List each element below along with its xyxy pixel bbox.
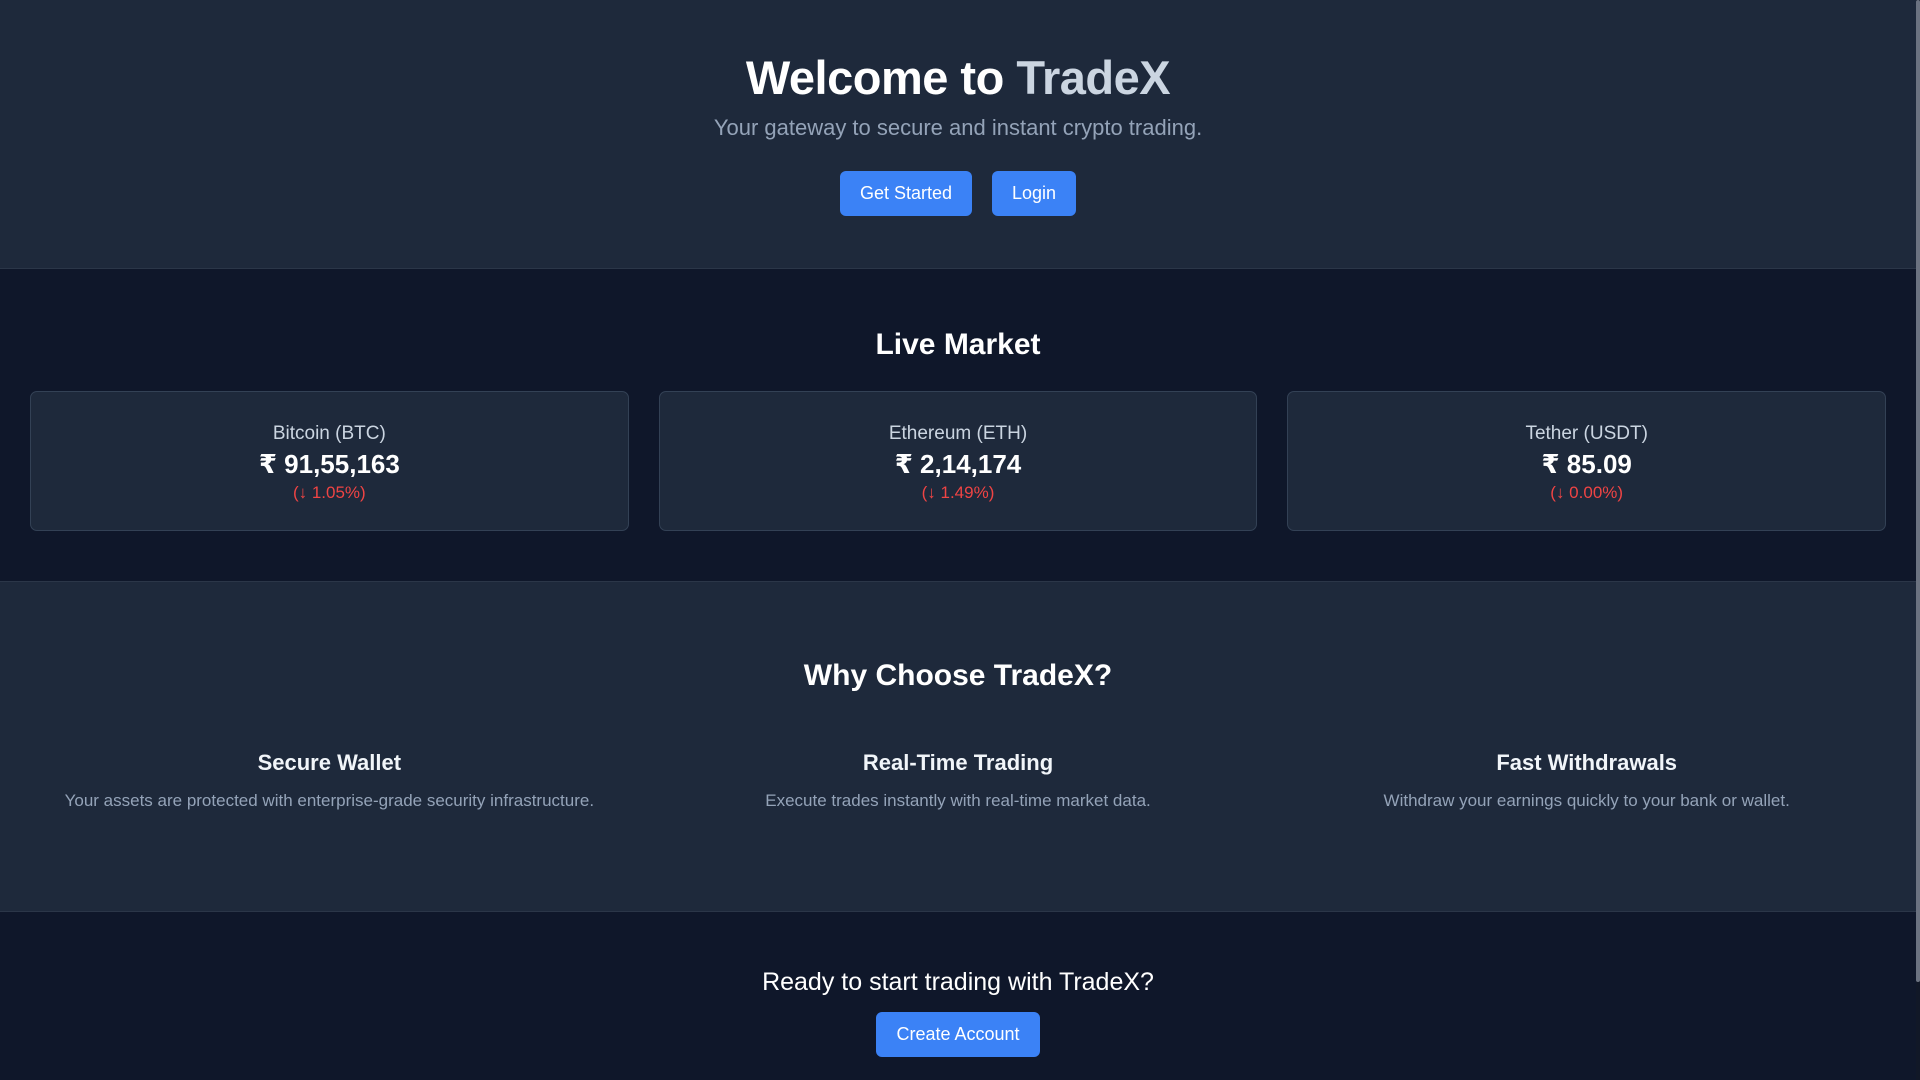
market-card-eth[interactable]: Ethereum (ETH) ₹ 2,14,174 (↓ 1.49%)	[658, 391, 1258, 531]
features-title: Why Choose TradeX?	[803, 659, 1113, 692]
hero-title-prefix: Welcome to	[745, 51, 1017, 104]
coin-price: ₹ 85.09	[1541, 449, 1632, 479]
feature-title: Fast Withdrawals	[1496, 750, 1678, 775]
market-card-usdt[interactable]: Tether (USDT) ₹ 85.09 (↓ 0.00%)	[1287, 391, 1887, 531]
hero-buttons: Get Started Login	[0, 171, 1916, 216]
create-account-button[interactable]: Create Account	[876, 1012, 1040, 1057]
live-market-section: Live Market Bitcoin (BTC) ₹ 91,55,163 (↓…	[0, 269, 1916, 582]
feature-title: Secure Wallet	[257, 750, 402, 775]
market-card-btc[interactable]: Bitcoin (BTC) ₹ 91,55,163 (↓ 1.05%)	[30, 391, 629, 531]
hero-title: Welcome to TradeX	[0, 0, 1916, 108]
coin-name: Ethereum (ETH)	[888, 423, 1028, 444]
coin-name: Bitcoin (BTC)	[272, 423, 386, 444]
coin-name: Tether (USDT)	[1525, 423, 1648, 444]
features-section: Why Choose TradeX? Secure Wallet Your as…	[0, 582, 1916, 912]
page: Welcome to TradeX Your gateway to secure…	[0, 0, 1916, 1080]
feature-real-time-trading: Real-Time Trading Execute trades instant…	[659, 748, 1258, 812]
coin-change: (↓ 1.05%)	[292, 483, 366, 502]
hero-subtitle: Your gateway to secure and instant crypt…	[713, 115, 1203, 140]
feature-description: Your assets are protected with enterpris…	[64, 791, 595, 810]
login-button[interactable]: Login	[992, 171, 1077, 216]
page-scrollbar[interactable]	[1916, 0, 1920, 1080]
feature-list: Secure Wallet Your assets are protected …	[0, 748, 1916, 812]
coin-change: (↓ 0.00%)	[1550, 483, 1624, 502]
coin-change: (↓ 1.49%)	[921, 483, 995, 502]
cta-button-wrap: Create Account	[0, 1012, 1916, 1057]
hero-title-brand: TradeX	[1016, 51, 1171, 104]
feature-secure-wallet: Secure Wallet Your assets are protected …	[30, 748, 629, 812]
feature-title: Real-Time Trading	[862, 750, 1054, 775]
get-started-button[interactable]: Get Started	[839, 171, 972, 216]
market-cards: Bitcoin (BTC) ₹ 91,55,163 (↓ 1.05%) Ethe…	[0, 391, 1916, 531]
feature-description: Execute trades instantly with real-time …	[765, 791, 1151, 810]
coin-price: ₹ 2,14,174	[894, 449, 1022, 479]
cta-section: Ready to start trading with TradeX? Crea…	[0, 912, 1916, 1080]
cta-title: Ready to start trading with TradeX?	[762, 968, 1154, 996]
feature-description: Withdraw your earnings quickly to your b…	[1383, 791, 1790, 810]
hero-section: Welcome to TradeX Your gateway to secure…	[0, 0, 1916, 269]
scrollbar-thumb[interactable]	[1916, 0, 1920, 982]
feature-fast-withdrawals: Fast Withdrawals Withdraw your earnings …	[1287, 748, 1886, 812]
coin-price: ₹ 91,55,163	[258, 449, 400, 479]
live-market-title: Live Market	[875, 328, 1041, 361]
